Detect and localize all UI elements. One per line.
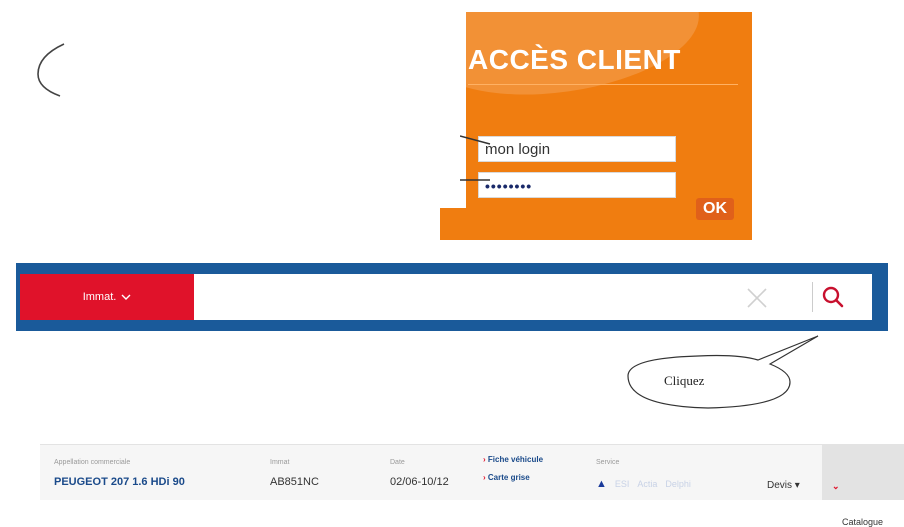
- bracket-decoration: [37, 43, 65, 97]
- search-bar: Immat.: [16, 263, 888, 331]
- chevron-down-icon: [121, 294, 131, 300]
- service-label: Service: [596, 459, 620, 466]
- service-column: Service: [596, 459, 619, 466]
- field-pointer-lines: [460, 135, 491, 181]
- service-items: ▲ ESI Actia Delphi: [596, 478, 691, 490]
- password-input[interactable]: ••••••••: [478, 172, 676, 198]
- clear-icon[interactable]: [746, 287, 768, 309]
- date-column: Date 02/06-10/12: [390, 459, 449, 488]
- immat-dropdown[interactable]: Immat.: [20, 274, 194, 320]
- service-esi[interactable]: ESI: [615, 479, 630, 489]
- appellation-value: PEUGEOT 207 1.6 HDi 90: [54, 476, 185, 488]
- search-divider: [812, 282, 813, 312]
- search-inner: Immat.: [20, 274, 872, 320]
- cliquez-callout: [627, 335, 819, 409]
- appellation-column: Appellation commerciale PEUGEOT 207 1.6 …: [54, 459, 185, 488]
- fiche-vehicule-link[interactable]: › Fiche véhicule: [483, 455, 543, 464]
- immat-value: AB851NC: [270, 476, 319, 488]
- vehicle-links: › Fiche véhicule › Carte grise: [483, 455, 543, 491]
- service-delphi[interactable]: Delphi: [665, 479, 691, 489]
- service-logo-icon[interactable]: ▲: [596, 478, 607, 490]
- login-divider: [468, 84, 738, 85]
- login-input[interactable]: mon login: [478, 136, 676, 162]
- login-title: ACCÈS CLIENT: [468, 44, 681, 75]
- catalogue-dropdown[interactable]: Catalogue ⌄: [822, 445, 904, 527]
- immat-column: Immat AB851NC: [270, 459, 319, 488]
- date-label: Date: [390, 459, 405, 466]
- callout-text: Cliquez: [664, 373, 705, 388]
- immat-col-label: Immat: [270, 459, 290, 466]
- carte-grise-link[interactable]: › Carte grise: [483, 473, 543, 482]
- date-value: 02/06-10/12: [390, 476, 449, 488]
- vehicle-info-bar: Appellation commerciale PEUGEOT 207 1.6 …: [40, 444, 904, 527]
- devis-dropdown[interactable]: Devis ▾: [767, 480, 800, 491]
- appellation-label: Appellation commerciale: [54, 459, 131, 466]
- search-icon[interactable]: [820, 284, 846, 310]
- service-actia[interactable]: Actia: [637, 479, 657, 489]
- ok-button[interactable]: OK: [696, 198, 734, 220]
- immat-label: Immat.: [82, 291, 117, 303]
